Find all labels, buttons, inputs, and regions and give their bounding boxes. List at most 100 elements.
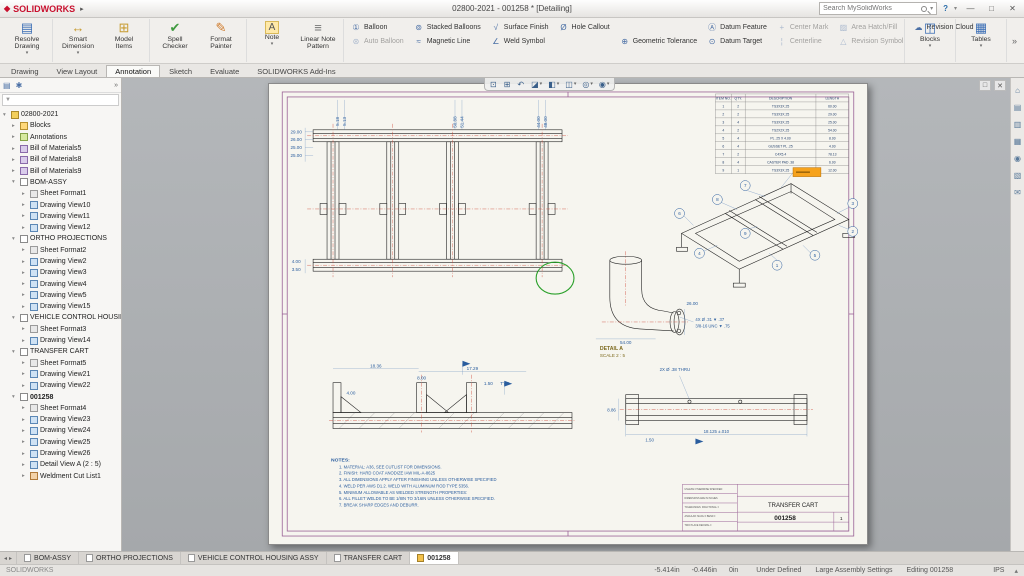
ribbon-button[interactable]: ⊞ Model Items — [101, 19, 147, 62]
tree-item[interactable]: ▸ Drawing View5 — [0, 290, 121, 301]
dimension-label[interactable]: 50.88 — [452, 116, 457, 128]
tree-item[interactable]: ▾ 001258 — [0, 391, 121, 402]
tree-item[interactable]: ▸ Drawing View23 — [0, 414, 121, 425]
tree-item[interactable]: ▸ Drawing View24 — [0, 425, 121, 436]
tree-expand-icon[interactable]: ▸ — [22, 202, 28, 208]
featuremanager-tab-icon[interactable]: ▤ — [3, 81, 11, 90]
dimension-label[interactable]: 51.44 — [459, 116, 464, 128]
tree-expand-icon[interactable]: ▸ — [22, 383, 28, 389]
tree-expand-icon[interactable]: ▸ — [22, 439, 28, 445]
tree-item[interactable]: ▸ Drawing View15 — [0, 301, 121, 312]
dimension-label[interactable]: 25.00 — [290, 145, 302, 150]
dropdown-arrow-icon[interactable]: ▾ — [980, 43, 983, 49]
sheet-tab[interactable]: VEHICLE CONTROL HOUSING ASSY — [181, 552, 327, 564]
dropdown-arrow-icon[interactable]: ▾ — [929, 43, 932, 49]
task-pane-icon[interactable]: ▥ — [1014, 120, 1022, 129]
drawing-sheet[interactable]: ITEM NO. QTY. DESCRIPTION LENGTH 12TS3X3… — [268, 83, 868, 545]
ribbon-button[interactable]: ↔ Smart Dimension ▾ — [55, 19, 101, 62]
sheet-tab[interactable]: BOM-ASSY — [17, 552, 79, 564]
bom-row[interactable]: 54PL .25 X 4.008.00 — [722, 137, 835, 141]
tree-expand-icon[interactable]: ▸ — [22, 428, 28, 434]
tree-expand-icon[interactable]: ▾ — [12, 349, 18, 355]
tree-item[interactable]: ▸ Bill of Materials5 — [0, 143, 121, 154]
tree-expand-icon[interactable]: ▸ — [22, 213, 28, 219]
solidworks-logo[interactable]: ◆ SOLIDWORKS — [4, 4, 75, 14]
ribbon-small-button[interactable]: ① Balloon — [346, 20, 409, 35]
ribbon-small-button[interactable]: ⊕ Geometric Tolerance — [615, 35, 702, 50]
task-pane-icon[interactable]: ▤ — [1014, 103, 1022, 112]
propertymanager-tab-icon[interactable]: ✱ — [16, 81, 23, 90]
ribbon-overflow-icon[interactable]: » — [1007, 19, 1022, 62]
dimension-label[interactable]: 26.00 — [290, 137, 302, 142]
bom-row[interactable]: 42TS2X2X.2554.00 — [722, 129, 836, 133]
statusbar-caret-icon[interactable]: ▴ — [1014, 567, 1018, 575]
tree-item[interactable]: ▸ Weldment Cut List1 — [0, 471, 121, 482]
command-tab[interactable]: View Layout — [48, 65, 107, 77]
tree-item[interactable]: ▾ BOM-ASSY — [0, 177, 121, 188]
tree-expand-icon[interactable]: ▸ — [22, 451, 28, 457]
drawing-view-top[interactable]: 29.00 26.00 25.00 25.00 4.00 3.50 5.18 5… — [290, 100, 574, 294]
title-block[interactable]: UNLESS OTHERWISE SPECIFIED: DIMENSIONS A… — [683, 484, 849, 531]
tree-expand-icon[interactable]: ▸ — [22, 462, 28, 468]
tree-expand-icon[interactable]: ▾ — [3, 112, 9, 118]
tree-expand-icon[interactable]: ▸ — [22, 191, 28, 197]
dimension-label[interactable]: 44.00 — [536, 116, 541, 128]
bom-row[interactable]: 84CASTER PAD .386.00 — [722, 160, 835, 164]
tree-item[interactable]: ▸ Sheet Format5 — [0, 358, 121, 369]
drawing-view-isometric[interactable]: 1 2 3 4 5 6 7 8 9 — [675, 168, 858, 287]
tree-expand-icon[interactable]: ▸ — [22, 360, 28, 366]
restore-button[interactable]: □ — [984, 4, 999, 13]
dropdown-arrow-icon[interactable]: ▾ — [590, 81, 593, 87]
view-toolbar-button[interactable]: ⊞ — [504, 80, 512, 89]
ribbon-button[interactable]: ▦ Tables ▾ — [958, 19, 1004, 62]
tree-item[interactable]: ▸ Sheet Format2 — [0, 245, 121, 256]
tree-expand-icon[interactable]: ▸ — [22, 247, 28, 253]
drawing-view-detail-a[interactable]: 54.00 26.00 4X Ø .31 ▼ .37 3/8-16 UNC ▼ … — [596, 251, 731, 358]
dimension-label[interactable]: 5.13 — [342, 116, 347, 125]
menu-expand-icon[interactable]: ▸ — [80, 5, 84, 13]
tree-item[interactable]: ▸ Drawing View3 — [0, 267, 121, 278]
dropdown-arrow-icon[interactable]: ▾ — [574, 81, 577, 87]
ribbon-button[interactable]: A Note ▾ — [249, 19, 295, 62]
tree-item[interactable]: ▸ Sheet Format3 — [0, 324, 121, 335]
tree-expand-icon[interactable]: ▸ — [22, 270, 28, 276]
dimension-label[interactable]: 8.00 — [417, 376, 426, 381]
tree-item[interactable]: ▸ Drawing View10 — [0, 199, 121, 210]
bom-table[interactable]: ITEM NO. QTY. DESCRIPTION LENGTH 12TS3X3… — [715, 94, 848, 174]
sheet-tab-nav[interactable]: ◂ ▸ — [0, 552, 17, 564]
hole-callout-label[interactable]: 4X Ø .31 ▼ .37 — [695, 317, 724, 322]
bom-row[interactable]: 64GUSSET PL .254.00 — [722, 145, 835, 149]
drawing-view-side[interactable]: 2X Ø .38 THRU 8.86 18.125 ±.010 1.50 — [607, 367, 813, 445]
task-pane-icon[interactable]: ✉ — [1014, 188, 1021, 197]
bom-row[interactable]: 72C4X5.478.13 — [722, 152, 836, 156]
dimension-label[interactable]: 1.50 — [645, 437, 654, 442]
tree-expand-icon[interactable]: ▾ — [12, 394, 18, 400]
note-line[interactable]: 6. ALL FILLET WELDS TO BE 1/8IN TO 3/16I… — [339, 496, 495, 501]
tree-item[interactable]: ▸ Drawing View14 — [0, 335, 121, 346]
ribbon-small-button[interactable]: ≈ Magnetic Line — [409, 35, 486, 50]
tree-item[interactable]: ▸ Bill of Materials9 — [0, 165, 121, 176]
tree-filter-box[interactable]: ▼ — [2, 94, 119, 106]
note-line[interactable]: 7. BREAK SHARP EDGES AND DEBURR. — [339, 503, 419, 508]
unit-system[interactable]: IPS — [993, 567, 1004, 574]
tree-item[interactable]: ▸ Drawing View21 — [0, 369, 121, 380]
tree-expand-icon[interactable]: ▸ — [22, 371, 28, 377]
notes-block[interactable]: NOTES: 1. MATERIAL: A36, SEE CUTLIST FOR… — [331, 457, 496, 507]
dropdown-arrow-icon[interactable]: ▾ — [557, 81, 560, 87]
tree-expand-icon[interactable]: ▸ — [12, 146, 18, 152]
tree-item[interactable]: ▾ 02800-2021 — [0, 109, 121, 120]
tree-item[interactable]: ▸ Drawing View11 — [0, 211, 121, 222]
tree-item[interactable]: ▸ Annotations — [0, 132, 121, 143]
help-dropdown-icon[interactable]: ▾ — [954, 5, 957, 12]
tree-item[interactable]: ▸ Drawing View25 — [0, 437, 121, 448]
ribbon-small-button[interactable]: Ⓐ Datum Feature — [702, 20, 772, 35]
minimize-button[interactable]: — — [963, 4, 978, 13]
bom-row[interactable]: 12TS3X3X.2560.00 — [722, 105, 836, 109]
task-pane-icon[interactable]: ◉ — [1014, 154, 1021, 163]
tree-item[interactable]: ▸ Bill of Materials8 — [0, 154, 121, 165]
dimension-label[interactable]: 18.125 ±.010 — [704, 429, 730, 434]
close-document-icon[interactable]: ✕ — [994, 80, 1006, 91]
tree-item[interactable]: ▾ ORTHO PROJECTIONS — [0, 233, 121, 244]
weld-flag-icon[interactable] — [695, 438, 703, 444]
command-tab[interactable]: Sketch — [160, 65, 201, 77]
